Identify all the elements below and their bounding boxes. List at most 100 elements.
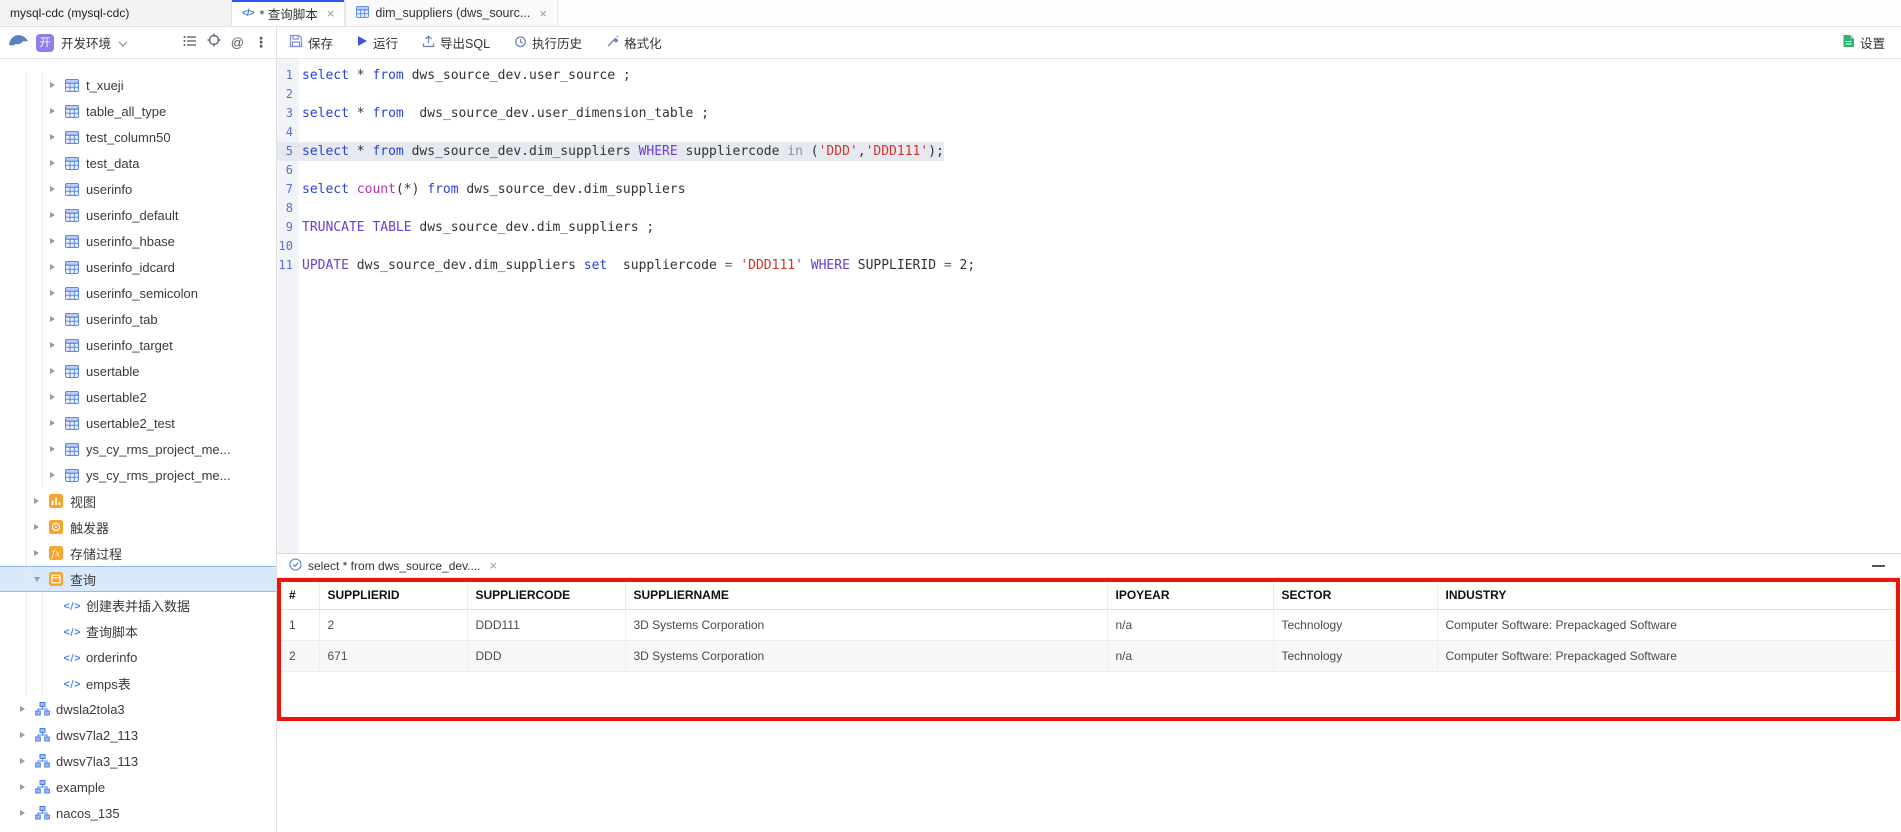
code-line[interactable]: 6 bbox=[277, 161, 1901, 180]
expand-arrow-icon[interactable] bbox=[20, 706, 34, 712]
tree-item[interactable]: userinfo_tab bbox=[0, 306, 276, 332]
tree-item[interactable]: userinfo_hbase bbox=[0, 228, 276, 254]
tree-item[interactable]: usertable2_test bbox=[0, 410, 276, 436]
export-sql-button[interactable]: 导出SQL bbox=[422, 33, 490, 52]
tree-item[interactable]: table_all_type bbox=[0, 98, 276, 124]
tree-item[interactable] bbox=[0, 826, 276, 832]
expand-arrow-icon[interactable] bbox=[34, 524, 48, 530]
expand-arrow-icon[interactable] bbox=[50, 316, 64, 322]
expand-arrow-icon[interactable] bbox=[50, 264, 64, 270]
result-cell[interactable]: DDD111 bbox=[467, 609, 625, 640]
tree-item[interactable]: test_column50 bbox=[0, 124, 276, 150]
result-cell[interactable]: n/a bbox=[1107, 640, 1273, 671]
expand-arrow-icon[interactable] bbox=[50, 212, 64, 218]
run-button[interactable]: 运行 bbox=[357, 33, 398, 52]
expand-arrow-icon[interactable] bbox=[50, 108, 64, 114]
result-cell[interactable]: 2 bbox=[319, 609, 467, 640]
tab-query-script[interactable]: </> * 查询脚本 × bbox=[232, 0, 345, 26]
expand-arrow-icon[interactable] bbox=[50, 290, 64, 296]
environment-selector[interactable]: 开发环境 bbox=[61, 33, 111, 52]
expand-arrow-icon[interactable] bbox=[50, 160, 64, 166]
expand-arrow-icon[interactable] bbox=[34, 577, 48, 582]
locate-icon[interactable] bbox=[207, 33, 221, 52]
result-cell[interactable]: 3D Systems Corporation bbox=[625, 609, 1107, 640]
expand-arrow-icon[interactable] bbox=[50, 368, 64, 374]
format-button[interactable]: 格式化 bbox=[606, 33, 662, 52]
tree-item[interactable]: userinfo bbox=[0, 176, 276, 202]
tree-item[interactable]: nacos_135 bbox=[0, 800, 276, 826]
expand-arrow-icon[interactable] bbox=[20, 784, 34, 790]
tree-item[interactable]: 查询 bbox=[0, 566, 276, 592]
expand-arrow-icon[interactable] bbox=[50, 134, 64, 140]
minimize-panel-icon[interactable] bbox=[1872, 565, 1885, 567]
settings-button[interactable]: 设置 bbox=[1842, 33, 1885, 52]
expand-arrow-icon[interactable] bbox=[50, 420, 64, 426]
results-column-header[interactable]: SUPPLIERID bbox=[319, 582, 467, 609]
tree-item[interactable]: userinfo_target bbox=[0, 332, 276, 358]
expand-arrow-icon[interactable] bbox=[50, 446, 64, 452]
kebab-menu-icon[interactable]: ⋮ bbox=[254, 34, 268, 51]
tree-item[interactable]: fx存储过程 bbox=[0, 540, 276, 566]
result-cell[interactable]: 1 bbox=[281, 609, 319, 640]
code-line[interactable]: 1select * from dws_source_dev.user_sourc… bbox=[277, 66, 1901, 85]
expand-arrow-icon[interactable] bbox=[50, 186, 64, 192]
code-line[interactable]: 2 bbox=[277, 85, 1901, 104]
expand-arrow-icon[interactable] bbox=[50, 82, 64, 88]
expand-arrow-icon[interactable] bbox=[34, 498, 48, 504]
tree-item[interactable]: usertable2 bbox=[0, 384, 276, 410]
expand-arrow-icon[interactable] bbox=[50, 342, 64, 348]
close-icon[interactable]: × bbox=[539, 7, 547, 20]
result-cell[interactable]: DDD bbox=[467, 640, 625, 671]
close-icon[interactable]: × bbox=[327, 7, 335, 20]
code-line[interactable]: 8 bbox=[277, 199, 1901, 218]
tree-item[interactable]: </>emps表 bbox=[0, 670, 276, 696]
result-cell[interactable]: 3D Systems Corporation bbox=[625, 640, 1107, 671]
expand-arrow-icon[interactable] bbox=[50, 394, 64, 400]
close-icon[interactable]: × bbox=[490, 559, 498, 572]
result-cell[interactable]: Technology bbox=[1273, 609, 1437, 640]
expand-arrow-icon[interactable] bbox=[20, 732, 34, 738]
tree-item[interactable]: usertable bbox=[0, 358, 276, 384]
expand-arrow-icon[interactable] bbox=[50, 472, 64, 478]
result-cell[interactable]: 2 bbox=[281, 640, 319, 671]
expand-arrow-icon[interactable] bbox=[34, 550, 48, 556]
tree-item[interactable]: ys_cy_rms_project_me... bbox=[0, 462, 276, 488]
tree-item[interactable]: example bbox=[0, 774, 276, 800]
at-icon[interactable]: @ bbox=[231, 35, 244, 50]
tree-item[interactable]: userinfo_default bbox=[0, 202, 276, 228]
results-column-header[interactable]: SECTOR bbox=[1273, 582, 1437, 609]
tab-dim-suppliers[interactable]: dim_suppliers (dws_sourc... × bbox=[345, 0, 558, 26]
code-line[interactable]: 9TRUNCATE TABLE dws_source_dev.dim_suppl… bbox=[277, 218, 1901, 237]
tree-item[interactable]: ys_cy_rms_project_me... bbox=[0, 436, 276, 462]
results-column-header[interactable]: SUPPLIERCODE bbox=[467, 582, 625, 609]
tree-item[interactable]: 视图 bbox=[0, 488, 276, 514]
tree-item[interactable]: userinfo_semicolon bbox=[0, 280, 276, 306]
results-column-header[interactable]: INDUSTRY bbox=[1437, 582, 1896, 609]
results-column-header[interactable]: IPOYEAR bbox=[1107, 582, 1273, 609]
expand-arrow-icon[interactable] bbox=[50, 238, 64, 244]
code-line[interactable]: 4 bbox=[277, 123, 1901, 142]
expand-arrow-icon[interactable] bbox=[20, 810, 34, 816]
results-column-header[interactable]: SUPPLIERNAME bbox=[625, 582, 1107, 609]
chevron-down-icon[interactable] bbox=[118, 34, 128, 52]
code-line[interactable]: 7select count(*) from dws_source_dev.dim… bbox=[277, 180, 1901, 199]
expand-arrow-icon[interactable] bbox=[20, 758, 34, 764]
result-row[interactable]: 12DDD1113D Systems Corporationn/aTechnol… bbox=[281, 609, 1896, 640]
tree-item[interactable]: userinfo_idcard bbox=[0, 254, 276, 280]
save-button[interactable]: 保存 bbox=[289, 33, 333, 52]
result-cell[interactable]: 671 bbox=[319, 640, 467, 671]
tree-item[interactable]: dwsv7la3_113 bbox=[0, 748, 276, 774]
result-row[interactable]: 2671DDD3D Systems Corporationn/aTechnolo… bbox=[281, 640, 1896, 671]
tree-item[interactable]: dwsv7la2_113 bbox=[0, 722, 276, 748]
history-button[interactable]: 执行历史 bbox=[514, 33, 582, 52]
results-tab[interactable]: select * from dws_source_dev.... × bbox=[289, 558, 497, 574]
tree-item[interactable]: </>查询脚本 bbox=[0, 618, 276, 644]
result-cell[interactable]: Technology bbox=[1273, 640, 1437, 671]
result-cell[interactable]: Computer Software: Prepackaged Software bbox=[1437, 640, 1896, 671]
code-line[interactable]: 10 bbox=[277, 237, 1901, 256]
tree-item[interactable]: t_xueji bbox=[0, 72, 276, 98]
tree-item[interactable]: 触发器 bbox=[0, 514, 276, 540]
sql-editor[interactable]: 1select * from dws_source_dev.user_sourc… bbox=[277, 59, 1901, 553]
tree-item[interactable]: </>创建表并插入数据 bbox=[0, 592, 276, 618]
result-cell[interactable]: n/a bbox=[1107, 609, 1273, 640]
